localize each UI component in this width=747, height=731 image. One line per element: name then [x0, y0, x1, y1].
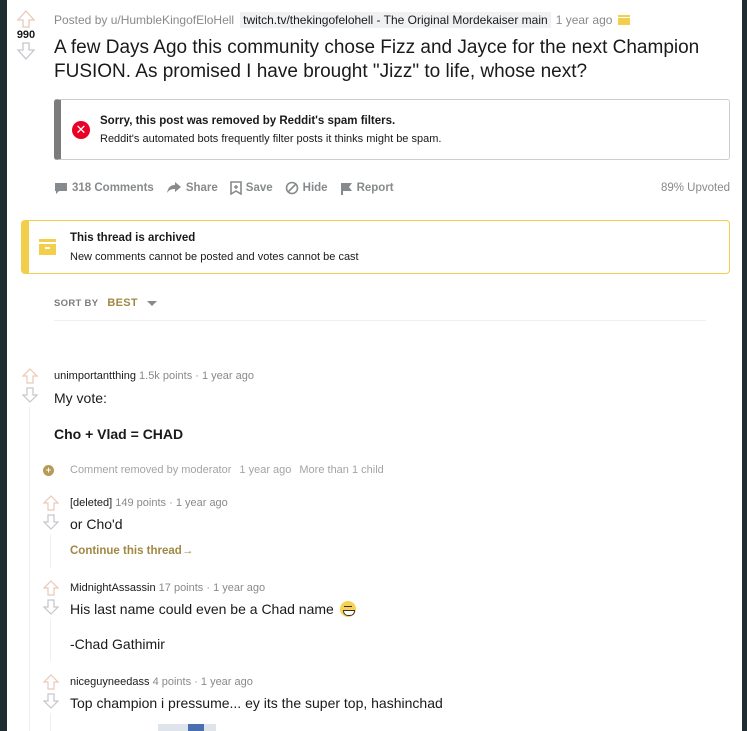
comment-vote-column: [42, 580, 60, 615]
thread-line[interactable]: [29, 407, 30, 731]
share-button[interactable]: Share: [166, 182, 218, 194]
laughing-emoji-icon: [339, 601, 356, 617]
removed-notice-detail: Reddit's automated bots frequently filte…: [100, 132, 442, 145]
report-button[interactable]: Report: [340, 182, 394, 195]
comment-points: 1.5k points: [139, 370, 193, 382]
removed-comment-text: Comment removed by moderator: [70, 464, 232, 476]
post-score: 990: [16, 29, 36, 41]
comment-time: 1 year ago: [213, 582, 266, 594]
post-vote-column: 990: [13, 10, 39, 60]
chevron-down-icon: [146, 300, 157, 306]
archived-heading: This thread is archived: [70, 231, 196, 244]
comment-time: 1 year ago: [202, 370, 254, 382]
comment-meta: unimportantthing 1.5k points · 1 year ag…: [54, 370, 254, 382]
archived-detail: New comments cannot be posted and votes …: [70, 250, 359, 263]
downvote-arrow-icon[interactable]: [16, 42, 36, 60]
hide-label: Hide: [302, 182, 328, 194]
upvote-arrow-icon[interactable]: [43, 495, 59, 511]
comment-vote-column: [42, 495, 60, 530]
comment-meta: [deleted] 149 points · 1 year ago: [70, 497, 228, 509]
comment-vote-column: [42, 674, 60, 709]
comment-body: Top champion i pressume... ey its the su…: [70, 695, 443, 711]
comment-text: His last name could even be a Chad name: [70, 601, 334, 617]
hide-icon: [285, 181, 298, 195]
children-count: More than 1 child: [299, 464, 384, 476]
downvote-arrow-icon[interactable]: [43, 599, 59, 615]
comment-points: 4 points: [152, 676, 192, 688]
comment-points: 149 points: [115, 497, 167, 509]
removed-notice-heading: Sorry, this post was removed by Reddit's…: [100, 114, 396, 127]
error-icon: ✕: [72, 120, 90, 139]
comment-author[interactable]: MidnightAssassin: [70, 582, 156, 594]
continue-thread-label: Continue this thread: [70, 545, 182, 557]
thread-line[interactable]: [50, 534, 51, 568]
thread-line[interactable]: [50, 713, 51, 731]
downvote-arrow-icon[interactable]: [22, 387, 38, 403]
post-meta: Posted by u/HumbleKingofEloHell twitch.t…: [54, 12, 631, 28]
comment-body: -Chad Gathimir: [70, 636, 165, 652]
comment-vote-column: [21, 368, 39, 403]
removed-notice: ✕ Sorry, this post was removed by Reddit…: [54, 99, 730, 160]
hide-button[interactable]: Hide: [285, 181, 328, 195]
comment-meta: niceguyneedass 4 points · 1 year ago: [70, 676, 253, 688]
post-author[interactable]: Posted by u/HumbleKingofEloHell: [54, 13, 234, 27]
comment-author[interactable]: unimportantthing: [54, 370, 136, 382]
report-label: Report: [356, 182, 394, 194]
upvote-arrow-icon[interactable]: [43, 580, 59, 596]
upvote-arrow-icon[interactable]: [43, 674, 59, 690]
expand-icon[interactable]: +: [43, 464, 54, 476]
flag-icon: [340, 182, 352, 195]
comment-time: 1 year ago: [175, 497, 228, 509]
thread-line[interactable]: [50, 619, 51, 661]
comment-meta: MidnightAssassin 17 points · 1 year ago: [70, 582, 266, 594]
post-time: 1 year ago: [555, 13, 613, 27]
bookmark-icon: [229, 181, 242, 195]
comments-button[interactable]: 318 Comments: [54, 182, 154, 195]
comment-body-line: His last name could even be a Chad name: [70, 601, 356, 617]
continue-thread-link[interactable]: Continue this thread→: [70, 545, 193, 557]
save-button[interactable]: Save: [229, 181, 273, 195]
comments-label: 318 Comments: [72, 182, 154, 194]
post-domain-link[interactable]: twitch.tv/thekingofelohell - The Origina…: [240, 12, 551, 28]
comment-points: 17 points: [158, 582, 204, 594]
comment-image[interactable]: [158, 724, 216, 731]
share-label: Share: [185, 182, 218, 194]
arrow-right-icon: →: [181, 545, 194, 557]
comment-icon: [55, 182, 67, 194]
comment-time: 1 year ago: [239, 464, 292, 476]
comment-author[interactable]: [deleted]: [70, 497, 112, 509]
comment-author[interactable]: niceguyneedass: [70, 676, 150, 688]
sort-label: SORT BY: [54, 297, 99, 309]
archived-icon: [618, 15, 631, 25]
removed-comment: + Comment removed by moderator 1 year ag…: [43, 464, 392, 476]
sort-dropdown[interactable]: SORT BY BEST: [54, 297, 157, 309]
archived-banner: This thread is archived New comments can…: [21, 220, 730, 274]
post-title[interactable]: A few Days Ago this community chose Fizz…: [54, 36, 739, 84]
comment-body: Cho + Vlad = CHAD: [54, 426, 184, 442]
archive-box-icon: [39, 239, 56, 255]
window-frame-left: [0, 0, 7, 731]
window-frame-right: [742, 0, 747, 731]
sort-value: BEST: [107, 297, 138, 309]
downvote-arrow-icon[interactable]: [43, 514, 59, 530]
upvote-arrow-icon[interactable]: [22, 368, 38, 384]
divider: [54, 320, 706, 321]
comment-body: My vote:: [54, 390, 107, 406]
share-icon: [166, 182, 181, 193]
downvote-arrow-icon[interactable]: [43, 693, 59, 709]
upvote-ratio: 89% Upvoted: [660, 182, 730, 194]
save-label: Save: [245, 182, 273, 194]
upvote-arrow-icon[interactable]: [16, 10, 36, 28]
comment-time: 1 year ago: [200, 676, 253, 688]
comment-body: or Cho'd: [70, 516, 123, 532]
post-actions-bar: 318 Comments Share Save Hide Report 89% …: [54, 181, 730, 195]
